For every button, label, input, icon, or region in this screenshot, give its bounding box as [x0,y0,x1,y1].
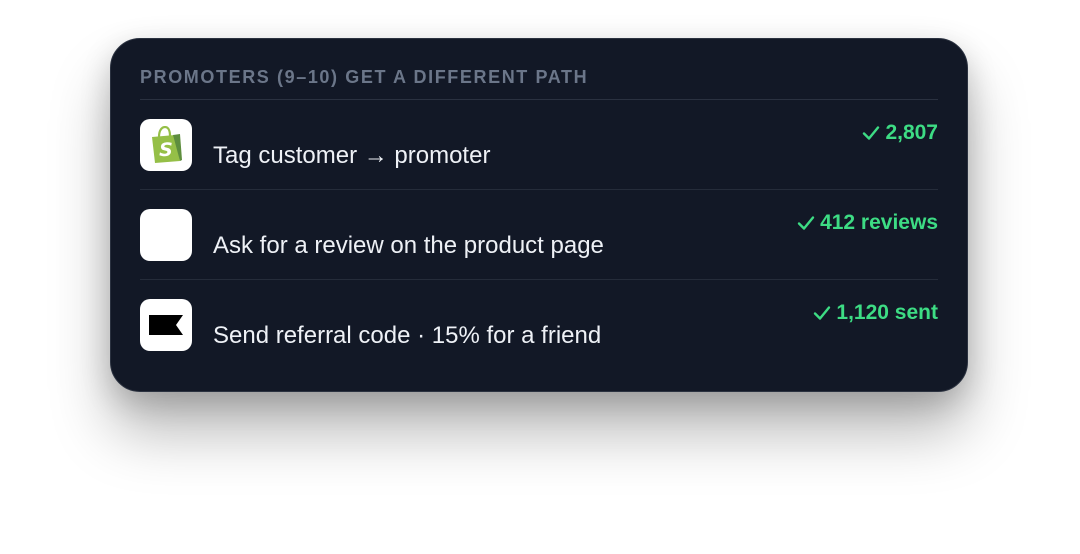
shopify-icon: S [140,119,192,171]
status-count: 2,807 [862,120,938,146]
status-text: 412 reviews [820,211,938,234]
action-row-ask-review: Ask for a review on the product page 412… [140,190,938,280]
row-label: Tag customer → promoter [213,142,491,169]
svg-text:S: S [159,139,173,161]
klaviyo-flag-icon [140,299,192,351]
status-text: 2,807 [885,121,938,144]
row-label: Ask for a review on the product page [213,232,604,259]
promoters-path-card: PROMOTERS (9–10) GET A DIFFERENT PATH S … [110,38,968,392]
row-label: Send referral code · 15% for a friend [213,322,602,349]
blank-app-icon [140,209,192,261]
status-count: 412 reviews [797,210,938,236]
check-icon [863,126,880,140]
status-count: 1,120 sent [813,300,938,326]
action-row-send-referral: Send referral code · 15% for a friend 1,… [140,280,938,369]
card-heading: PROMOTERS (9–10) GET A DIFFERENT PATH [140,39,938,100]
check-icon [814,306,831,320]
status-text: 1,120 sent [836,301,938,324]
action-row-tag-customer: S Tag customer → promoter 2,807 [140,100,938,190]
check-icon [797,216,815,230]
